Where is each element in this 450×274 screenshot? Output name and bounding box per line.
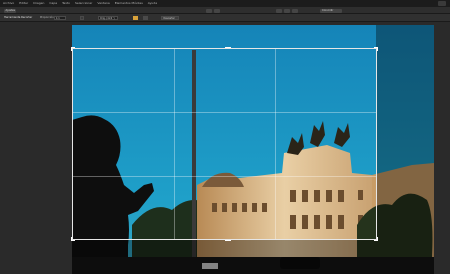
crop-handle-top[interactable] <box>224 47 231 51</box>
menu-item-capa[interactable]: Capa <box>49 0 57 7</box>
redo-button[interactable] <box>214 8 220 13</box>
menu-item-imagen[interactable]: Imagen <box>33 0 44 7</box>
swap-icon[interactable] <box>80 16 84 20</box>
ratio-select-label: Orig. (4×6 ″) <box>100 17 115 20</box>
menu-item-archivo[interactable]: Archivo <box>3 0 14 7</box>
grid-toggle-icon[interactable] <box>143 16 148 20</box>
match-button-label: Coincidir <box>322 8 334 12</box>
discard-button[interactable]: Descartar <box>161 16 179 20</box>
crop-handle-top-right[interactable] <box>374 47 378 51</box>
undo-button[interactable] <box>206 8 212 13</box>
main-toolbar: Ajustes Coincidir <box>0 7 450 14</box>
match-button[interactable]: Coincidir <box>320 8 342 13</box>
crop-mask-right <box>376 25 434 274</box>
crop-handle-top-left[interactable] <box>71 47 75 51</box>
crop-grid-line <box>73 175 376 177</box>
ratio-select[interactable]: Orig. (4×6 ″) <box>98 16 118 20</box>
mode-dropdown[interactable]: Ajustes <box>4 8 16 13</box>
crop-mask-bottom <box>72 240 376 274</box>
zoom-reset-button[interactable] <box>284 8 290 13</box>
mode-dropdown-label: Ajustes <box>5 8 15 12</box>
color-swatch-icon[interactable] <box>133 16 138 20</box>
crop-grid-line <box>274 49 276 239</box>
ratio-value: 1:1 <box>56 17 60 20</box>
window-control-icon[interactable] <box>438 1 446 6</box>
ratio-width-field[interactable]: 1:1 <box>54 16 66 20</box>
ratio-label: Proporción: <box>40 16 55 19</box>
tool-options-bar: Herramienta Recortar Proporción: 1:1 Ori… <box>0 14 450 22</box>
crop-grid-line <box>173 49 175 239</box>
discard-button-label: Descartar <box>163 17 175 20</box>
menu-item-editar[interactable]: Editar <box>19 0 28 7</box>
menu-item-texto[interactable]: Texto <box>62 0 70 7</box>
menu-item-ventana[interactable]: Ventana <box>97 0 109 7</box>
crop-grid-line <box>73 112 376 113</box>
crop-handle-bottom-left[interactable] <box>71 237 75 241</box>
zoom-out-button[interactable] <box>276 8 282 13</box>
crop-handle-bottom[interactable] <box>224 237 231 241</box>
menu-item-seleccionar[interactable]: Seleccionar <box>75 0 92 7</box>
crop-frame[interactable] <box>71 47 378 241</box>
menu-item-ayuda[interactable]: Ayuda <box>148 0 157 7</box>
crop-handle-bottom-right[interactable] <box>374 237 378 241</box>
zoom-in-button[interactable] <box>292 8 298 13</box>
menu-bar: Archivo Editar Imagen Capa Texto Selecci… <box>0 0 450 7</box>
tool-title: Herramienta Recortar <box>4 16 33 19</box>
menu-item-elementos[interactable]: Elementos Móviles <box>115 0 143 7</box>
